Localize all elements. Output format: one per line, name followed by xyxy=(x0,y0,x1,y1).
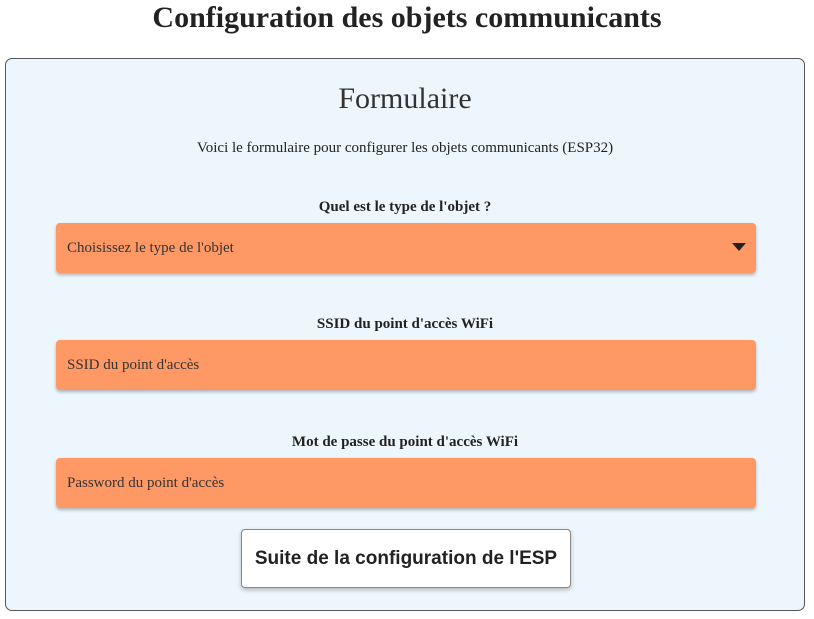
continue-configuration-button[interactable]: Suite de la configuration de l'ESP xyxy=(241,529,571,588)
object-type-select[interactable]: Choisissez le type de l'objet xyxy=(56,223,756,273)
form-description: Voici le formulaire pour configurer les … xyxy=(196,140,614,156)
form-heading: Formulaire xyxy=(338,82,472,115)
caret-down-icon xyxy=(732,243,746,251)
form-card: Formulaire Voici le formulaire pour conf… xyxy=(5,58,805,611)
ssid-label: SSID du point d'accès WiFi xyxy=(316,316,494,332)
ssid-input[interactable] xyxy=(56,340,756,390)
object-type-label: Quel est le type de l'objet ? xyxy=(318,199,492,215)
password-label: Mot de passe du point d'accès WiFi xyxy=(291,434,519,450)
page-title: Configuration des objets communicants xyxy=(152,1,662,34)
object-type-selected-value: Choisissez le type de l'objet xyxy=(67,239,234,256)
password-input[interactable] xyxy=(56,458,756,508)
